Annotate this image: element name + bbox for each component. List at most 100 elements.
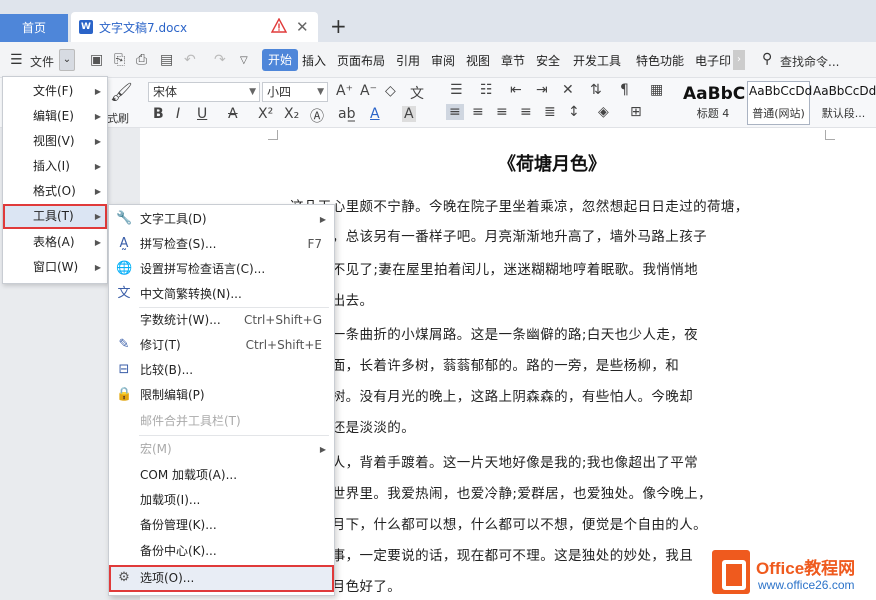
menu-item-edit[interactable]: 编辑(E) ▶	[3, 104, 107, 129]
menu-item-com-addins[interactable]: COM 加载项(A)...	[109, 463, 334, 488]
tab-view[interactable]: 视图	[466, 52, 490, 69]
undo-icon[interactable]: ↶	[184, 52, 196, 68]
style-heading4[interactable]: AaBbC 标题 4	[680, 81, 746, 125]
chinese-layout-icon[interactable]: ✕	[562, 82, 574, 98]
print-icon[interactable]: ⎙	[136, 52, 147, 68]
menu-item-format[interactable]: 格式(O) ▶	[3, 179, 107, 204]
document-heading[interactable]: 《荷塘月色》	[498, 150, 606, 176]
print-preview-icon[interactable]: ▤	[160, 52, 173, 68]
style-normal-web[interactable]: AaBbCcDd 普通(网站)	[747, 81, 812, 125]
body-line[interactable]: 已经听不见了;妻在屋里拍着闰儿，迷迷糊糊地哼着眠歌。我悄悄地	[290, 258, 698, 278]
body-line[interactable]: 我一个人，背着手踱着。这一片天地好像是我的;我也像超出了平常	[290, 451, 698, 471]
align-right-icon[interactable]: ≡	[496, 104, 508, 120]
tab-security[interactable]: 安全	[536, 52, 560, 69]
align-left-icon[interactable]: ≡	[446, 104, 464, 120]
table-border-icon[interactable]: ▦	[650, 82, 663, 98]
indent-icon[interactable]: ⇥	[536, 82, 548, 98]
menu-item-track-changes[interactable]: ✎ 修订(T) Ctrl+Shift+E	[109, 333, 334, 358]
body-line[interactable]: 苍茫的月下，什么都可以想，什么都可以不想，便觉是个自由的人。	[290, 513, 707, 533]
menu-item-word-count[interactable]: 字数统计(W)... Ctrl+Shift+G	[109, 308, 334, 333]
file-dropdown-chevron-icon[interactable]: ⌄	[59, 49, 75, 71]
tab-start[interactable]: 开始	[262, 49, 299, 71]
bullets-icon[interactable]: ☰	[450, 82, 463, 98]
tab-document[interactable]: W 文字文稿7.docx ✕	[71, 12, 318, 42]
clear-format-icon[interactable]: ◇	[385, 83, 396, 99]
export-icon[interactable]: ⎘	[114, 52, 125, 68]
font-size-select[interactable]: 小四 ▼	[262, 82, 328, 102]
menu-item-compare[interactable]: ⊟ 比较(B)...	[109, 358, 334, 383]
menu-item-tools[interactable]: 工具(T) ▶	[3, 204, 107, 229]
format-painter-label[interactable]: 式刷	[107, 110, 129, 126]
line-spacing-icon[interactable]: ↕	[568, 104, 580, 120]
phonetic-icon[interactable]: 文	[410, 83, 424, 103]
underline-icon[interactable]: U	[197, 106, 207, 122]
strikethrough-icon[interactable]: A	[228, 106, 238, 122]
style-default-paragraph[interactable]: AaBbCcDd 默认段...	[811, 81, 876, 125]
customize-chevron-icon[interactable]: ▽	[240, 55, 248, 66]
tab-page-layout[interactable]: 页面布局	[337, 52, 385, 69]
tab-chapter[interactable]: 章节	[501, 52, 525, 69]
justify-icon[interactable]: ≡	[520, 104, 532, 120]
align-center-icon[interactable]: ≡	[472, 104, 484, 120]
body-line[interactable]: 要做的事，一定要说的话，现在都可不理。这是独处的妙处，我且	[290, 544, 693, 564]
hamburger-icon[interactable]: ☰	[10, 52, 23, 68]
search-icon[interactable]: ⚲	[762, 51, 772, 67]
menu-item-spell-check[interactable]: A̰ 拼写检查(S)... F7	[109, 232, 334, 257]
show-marks-icon[interactable]: ¶	[620, 82, 629, 98]
borders-icon[interactable]: ⊞	[630, 104, 642, 120]
highlight-icon[interactable]: ab̲	[338, 106, 355, 122]
menu-item-table[interactable]: 表格(A) ▶	[3, 230, 107, 255]
body-line[interactable]: 荷塘四面，长着许多树，蓊蓊郁郁的。路的一旁，是些杨柳，和	[290, 354, 679, 374]
tab-developer[interactable]: 开发工具	[573, 52, 621, 69]
menu-item-spell-language[interactable]: 🌐 设置拼写检查语言(C)...	[109, 257, 334, 282]
bold-icon[interactable]: B	[153, 106, 164, 122]
file-menu-button[interactable]: 文件	[30, 53, 54, 70]
tab-special[interactable]: 特色功能	[636, 52, 684, 69]
italic-icon[interactable]: I	[176, 106, 180, 122]
menu-item-window[interactable]: 窗口(W) ▶	[3, 255, 107, 280]
outdent-icon[interactable]: ⇤	[510, 82, 522, 98]
shrink-font-icon[interactable]: A⁻	[360, 83, 377, 99]
shading-icon[interactable]: ◈	[598, 104, 609, 120]
subscript-icon[interactable]: X₂	[284, 106, 299, 122]
new-tab-icon[interactable]: +	[330, 14, 347, 38]
menu-item-insert[interactable]: 插入(I) ▶	[3, 154, 107, 179]
search-command[interactable]: 查找命令...	[780, 53, 839, 70]
more-tabs-chevron-icon[interactable]: ›	[733, 50, 745, 70]
body-line[interactable]: 这几天心里颇不宁静。今晚在院子里坐着乘凉，忽然想起日日走过的荷塘，	[290, 195, 749, 215]
menu-item-options[interactable]: ⚙ 选项(O)...	[109, 565, 334, 592]
sort-icon[interactable]: ⇅	[590, 82, 602, 98]
menu-item-backup-center[interactable]: 备份中心(K)...	[109, 539, 334, 564]
save-icon[interactable]: ▣	[90, 52, 103, 68]
tab-references[interactable]: 引用	[396, 52, 420, 69]
distribute-icon[interactable]: ≣	[544, 104, 556, 120]
body-line[interactable]: 了另一世界里。我爱热闹，也爱冷静;爱群居，也爱独处。像今晚上，	[290, 482, 712, 502]
format-painter-icon[interactable]: 🖌	[110, 82, 133, 103]
char-shading-icon[interactable]: A	[402, 106, 416, 122]
menu-item-text-tools[interactable]: 🔧 文字工具(D) ▶	[109, 207, 334, 232]
menu-item-label: 邮件合并工具栏(T)	[140, 414, 241, 428]
tab-review[interactable]: 审阅	[431, 52, 455, 69]
body-line[interactable]: 月光里，总该另有一番样子吧。月亮渐渐地升高了，墙外马路上孩子	[290, 225, 707, 245]
spell-check-icon: A̰	[119, 236, 129, 251]
grow-font-icon[interactable]: A⁺	[336, 83, 353, 99]
redo-icon[interactable]: ↷	[214, 52, 226, 68]
tab-e-seal[interactable]: 电子印	[695, 52, 731, 69]
font-name-select[interactable]: 宋体 ▼	[148, 82, 260, 102]
body-line[interactable]: 名字的树。没有月光的晚上，这路上阴森森的，有些怕人。今晚却	[290, 385, 693, 405]
text-effect-icon[interactable]: Ⓐ	[310, 106, 324, 126]
tab-insert[interactable]: 插入	[302, 52, 326, 69]
menu-item-chinese-conversion[interactable]: 文 中文简繁转换(N)...	[109, 282, 334, 307]
file-menu: 文件(F) ▶ 编辑(E) ▶ 视图(V) ▶ 插入(I) ▶ 格式(O) ▶ 工具(T)…	[2, 76, 108, 284]
font-color-icon[interactable]: A	[370, 106, 380, 122]
numbering-icon[interactable]: ☷	[480, 82, 493, 98]
close-tab-icon[interactable]: ✕	[296, 18, 309, 36]
body-line[interactable]: 塘，是一条曲折的小煤屑路。这是一条幽僻的路;白天也少人走，夜	[290, 323, 698, 343]
menu-item-addins[interactable]: 加载项(I)...	[109, 488, 334, 513]
menu-item-view[interactable]: 视图(V) ▶	[3, 129, 107, 154]
tab-home[interactable]: 首页	[0, 14, 68, 42]
menu-item-restrict-editing[interactable]: 🔒 限制编辑(P)	[109, 383, 334, 408]
menu-item-file[interactable]: 文件(F) ▶	[3, 79, 107, 104]
menu-item-backup-management[interactable]: 备份管理(K)...	[109, 513, 334, 538]
superscript-icon[interactable]: X²	[258, 106, 273, 122]
